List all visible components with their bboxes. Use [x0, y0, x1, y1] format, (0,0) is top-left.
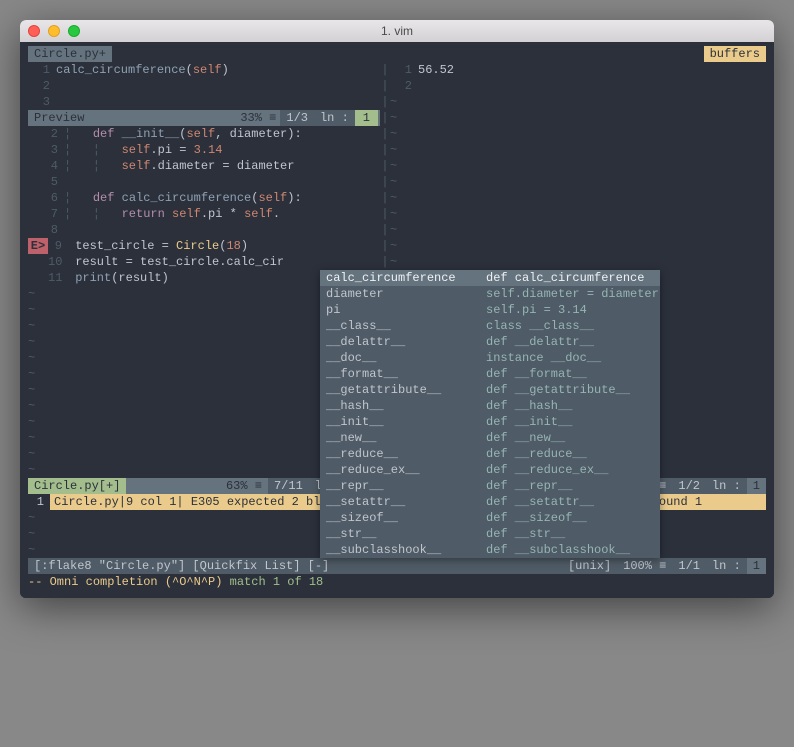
titlebar[interactable]: 1. vim	[20, 20, 774, 42]
completion-item[interactable]: diameterself.diameter = diameter	[320, 286, 660, 302]
preview-code: 2¦ def __init__(self, diameter):|~3¦ ¦ s…	[28, 126, 766, 238]
completion-item[interactable]: __str__def __str__	[320, 526, 660, 542]
status-ln-right: ln :	[706, 478, 747, 494]
code-line[interactable]: 10 result = test_circle.calc_cir	[28, 254, 380, 270]
completion-popup[interactable]: calc_circumferencedef calc_circumference…	[320, 270, 660, 558]
completion-item[interactable]: __doc__instance __doc__	[320, 350, 660, 366]
vsplit-divider: |	[380, 110, 390, 126]
command-line: -- Omni completion (^O^N^P) match 1 of 1…	[28, 574, 766, 590]
preview-ln: ln :	[314, 110, 355, 126]
error-sign-icon: E>	[28, 238, 48, 254]
tab-buffers[interactable]: buffers	[704, 46, 766, 62]
tabline: Circle.py+ buffers	[28, 46, 766, 62]
completion-item[interactable]: __hash__def __hash__	[320, 398, 660, 414]
completion-item[interactable]: __format__def __format__	[320, 366, 660, 382]
terminal[interactable]: Circle.py+ buffers 1calc_circumference(s…	[20, 42, 774, 598]
tab-active[interactable]: Circle.py+	[28, 46, 112, 62]
completion-item[interactable]: __init__def __init__	[320, 414, 660, 430]
quickfix-statusbar: [:flake8 "Circle.py"] [Quickfix List] [-…	[28, 558, 766, 574]
status-file-left: Circle.py[+]	[28, 478, 126, 494]
completion-item[interactable]: __sizeof__def __sizeof__	[320, 510, 660, 526]
preview-statusbar: Preview 33% ≡ 1/3 ln : 1	[28, 110, 380, 126]
completion-item[interactable]: __class__class __class__	[320, 318, 660, 334]
top-split: 1calc_circumference(self)|156.522|23|~	[28, 62, 766, 110]
right-tilde-row: ~	[390, 110, 766, 126]
qf-status-pct: 100% ≡	[617, 558, 672, 574]
completion-item[interactable]: __reduce_ex__def __reduce_ex__	[320, 462, 660, 478]
qf-status-ln: ln :	[706, 558, 747, 574]
completion-item[interactable]: calc_circumferencedef calc_circumference	[320, 270, 660, 286]
completion-item[interactable]: __subclasshook__def __subclasshook__	[320, 542, 660, 558]
preview-frac: 1/3	[280, 110, 314, 126]
qf-status-frac: 1/1	[672, 558, 706, 574]
window-title: 1. vim	[20, 24, 774, 38]
preview-status-row: Preview 33% ≡ 1/3 ln : 1 | ~	[28, 110, 766, 126]
qf-status-left: [:flake8 "Circle.py"] [Quickfix List] [-…	[28, 558, 335, 574]
completion-item[interactable]: __repr__def __repr__	[320, 478, 660, 494]
status-pct-left: 63% ≡	[220, 478, 268, 494]
status-col-right: 1	[747, 478, 766, 494]
status-frac-left: 7/11	[268, 478, 309, 494]
qf-status-col: 1	[747, 558, 766, 574]
completion-item[interactable]: __setattr__def __setattr__	[320, 494, 660, 510]
preview-pct: 33% ≡	[236, 110, 280, 126]
completion-item[interactable]: __getattribute__def __getattribute__	[320, 382, 660, 398]
qf-status-unix: [unix]	[562, 558, 617, 574]
qf-line-number: 1	[28, 494, 50, 510]
completion-item[interactable]: __reduce__def __reduce__	[320, 446, 660, 462]
preview-col: 1	[355, 110, 378, 126]
preview-label: Preview	[30, 110, 88, 126]
completion-item[interactable]: __new__def __new__	[320, 430, 660, 446]
app-window: 1. vim Circle.py+ buffers 1calc_circumfe…	[20, 20, 774, 598]
code-line[interactable]: E>9 test_circle = Circle(18)	[28, 238, 380, 254]
completion-item[interactable]: __delattr__def __delattr__	[320, 334, 660, 350]
completion-item[interactable]: piself.pi = 3.14	[320, 302, 660, 318]
status-frac-right: 1/2	[672, 478, 706, 494]
